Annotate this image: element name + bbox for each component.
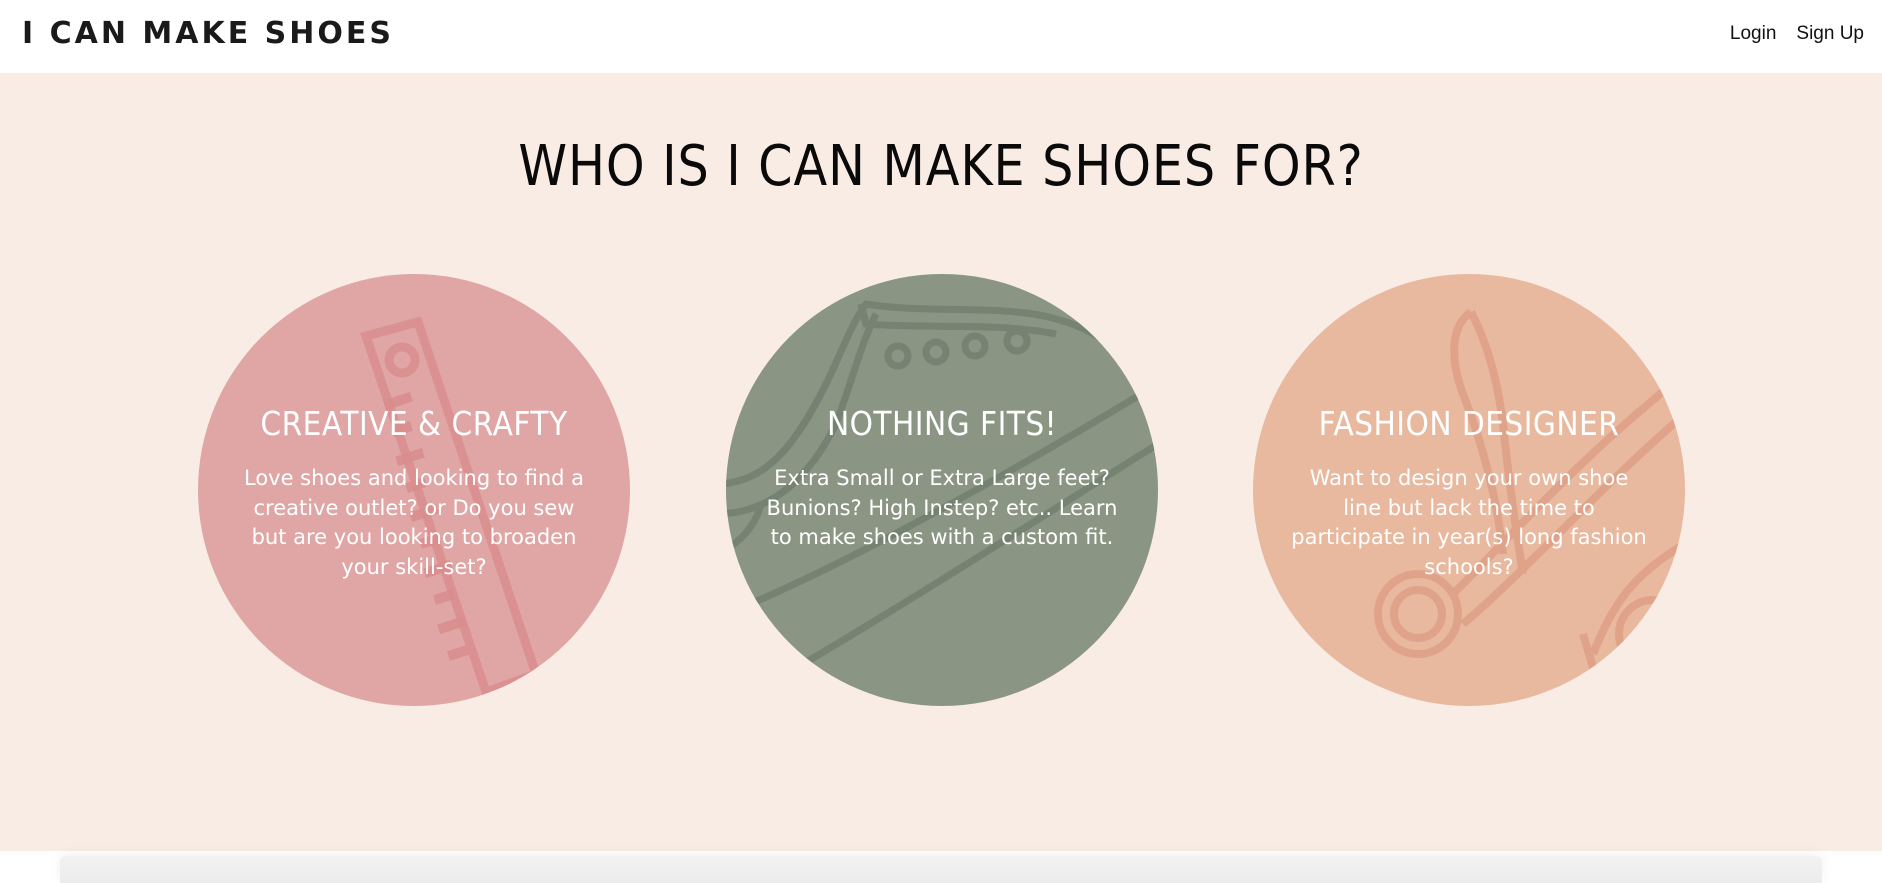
card-title: NOTHING FITS! (826, 404, 1058, 443)
card-creative-crafty: CREATIVE & CRAFTY Love shoes and looking… (198, 274, 630, 706)
card-text: Love shoes and looking to find a creativ… (243, 466, 585, 579)
card-nothing-fits: NOTHING FITS! Extra Small or Extra Large… (726, 274, 1158, 706)
card-title: FASHION DESIGNER (1318, 404, 1620, 443)
top-nav: Login Sign Up (1730, 22, 1864, 46)
card-content: NOTHING FITS! Extra Small or Extra Large… (762, 404, 1122, 553)
card-text: Want to design your own shoe line but la… (1291, 466, 1647, 579)
card-fashion-designer: FASHION DESIGNER Want to design your own… (1253, 274, 1685, 706)
card-content: FASHION DESIGNER Want to design your own… (1289, 404, 1649, 582)
signup-link[interactable]: Sign Up (1796, 22, 1864, 46)
login-link[interactable]: Login (1730, 22, 1777, 46)
next-section-edge (60, 856, 1822, 883)
card-content: CREATIVE & CRAFTY Love shoes and looking… (234, 404, 594, 582)
site-logo[interactable]: I CAN MAKE SHOES (22, 14, 394, 54)
audience-section: WHO IS I CAN MAKE SHOES FOR? CREATIVE & … (0, 73, 1882, 851)
card-text: Extra Small or Extra Large feet? Bunions… (766, 466, 1118, 549)
section-title: WHO IS I CAN MAKE SHOES FOR? (518, 134, 1364, 199)
card-title: CREATIVE & CRAFTY (260, 404, 568, 443)
site-header: I CAN MAKE SHOES Login Sign Up (0, 0, 1882, 73)
